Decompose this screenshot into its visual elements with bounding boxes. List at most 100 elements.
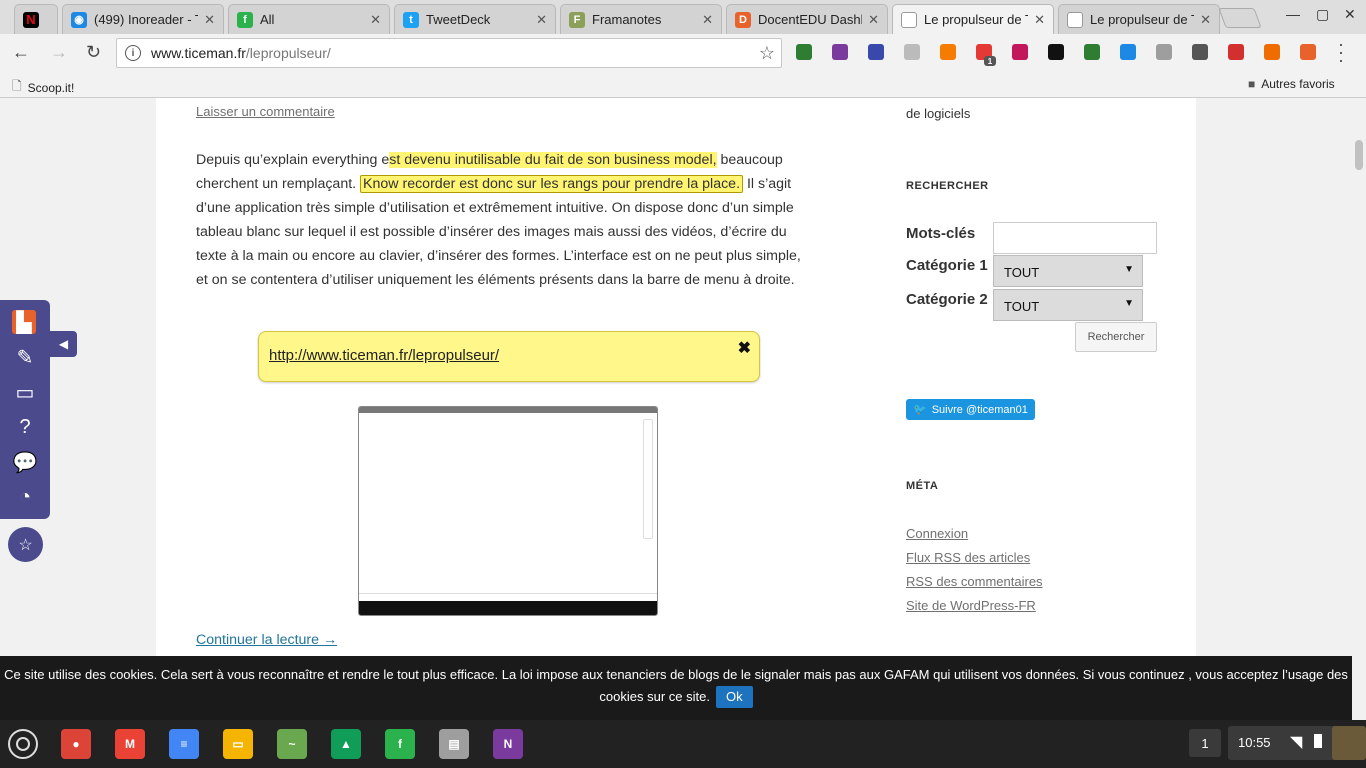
note-link[interactable]: http://www.ticeman.fr/lepropulseur/ [269, 347, 499, 364]
tab-framanotes[interactable]: F Framanotes ✕ [560, 4, 722, 34]
status-bar [359, 407, 657, 413]
drive-app-icon[interactable]: ▲ [331, 729, 361, 759]
tab-inoreader[interactable]: ◉ (499) Inoreader - To ✕ [62, 4, 224, 34]
tools-ext-icon[interactable] [1192, 44, 1208, 60]
bookmark-star-icon[interactable]: ☆ [759, 43, 775, 64]
webstore-app-icon[interactable]: ▤ [439, 729, 469, 759]
star-ext-icon[interactable] [1048, 44, 1064, 60]
tab-title: Framanotes [592, 12, 662, 27]
maximize-icon[interactable]: ▢ [1316, 6, 1329, 23]
launcher-icon[interactable] [8, 729, 38, 759]
help-icon[interactable]: ? [12, 415, 38, 439]
select-value: TOUT [1004, 265, 1040, 280]
meta-link-wordpress[interactable]: Site de WordPress-FR [906, 598, 1036, 613]
turtle-ext-icon[interactable] [1084, 44, 1100, 60]
comments-icon[interactable]: 💬 [12, 450, 38, 474]
tab-title: Le propulseur de Ti [1090, 12, 1195, 27]
category1-select[interactable]: TOUT ▼ [993, 255, 1143, 287]
notification-count[interactable]: 1 [1189, 729, 1221, 757]
pencil-icon[interactable]: ✎ [12, 345, 38, 369]
tab-netflix[interactable]: N [14, 4, 58, 34]
scrollbar-thumb[interactable] [1355, 140, 1363, 170]
cookie-text: Ce site utilise des cookies. Cela sert à… [4, 667, 1348, 704]
close-icon[interactable]: ✕ [536, 12, 547, 28]
page-icon [1067, 11, 1083, 28]
page-scrollbar[interactable] [1352, 98, 1366, 656]
close-icon[interactable]: ✕ [1034, 12, 1045, 28]
bookmark-scoopit[interactable]: 🗋 Scoop.it! [12, 77, 74, 98]
close-icon[interactable]: ✕ [868, 12, 879, 28]
inoreader-icon: ◉ [71, 11, 87, 28]
k-ext-icon[interactable] [868, 44, 884, 60]
meta-link-login[interactable]: Connexion [906, 526, 968, 541]
tweetdeck-icon: t [403, 11, 419, 28]
sticky-note: http://www.ticeman.fr/lepropulseur/ ✖ [258, 331, 760, 382]
close-icon[interactable]: ✕ [370, 12, 381, 28]
slides-app-icon[interactable]: ▭ [223, 729, 253, 759]
close-icon[interactable]: ✕ [702, 12, 713, 28]
feedly-app-icon[interactable]: f [385, 729, 415, 759]
back-icon[interactable]: ← [12, 42, 30, 63]
gafam-ext-icon[interactable] [904, 44, 920, 60]
grid-ext-icon[interactable] [1156, 44, 1172, 60]
onenote-app-icon[interactable]: N [493, 729, 523, 759]
leave-comment-link[interactable]: Laisser un commentaire [196, 104, 335, 119]
cast-ext-icon[interactable] [1120, 44, 1136, 60]
collapse-toolbar-button[interactable]: ◀ [50, 331, 77, 357]
tab-lepropulseur[interactable]: Le propulseur de Ti ✕ [1058, 4, 1220, 34]
sticky-note-icon[interactable]: ▭ [12, 380, 38, 404]
sheets-app-icon[interactable]: ~ [277, 729, 307, 759]
dashboard-icon[interactable]: ◔ [12, 485, 38, 509]
rss-ext-icon[interactable] [940, 44, 956, 60]
docentedu-toolbar: ▙ ✎ ▭ ? 💬 ◔ [0, 300, 50, 519]
info-icon[interactable]: i [125, 45, 141, 61]
bookmark-other-favorites[interactable]: ■ Autres favoris [1248, 77, 1335, 91]
address-bar[interactable]: i www.ticeman.fr/lepropulseur/ ☆ [116, 38, 782, 68]
playback-bar [359, 593, 657, 601]
category2-select[interactable]: TOUT ▼ [993, 289, 1143, 321]
onenote-ext-icon[interactable] [832, 44, 848, 60]
close-window-icon[interactable]: ✕ [1344, 6, 1356, 23]
new-tab-button[interactable] [1218, 8, 1262, 28]
close-icon[interactable]: ✖ [738, 338, 751, 358]
menu-icon[interactable]: · · · [1338, 35, 1344, 69]
close-icon[interactable]: ✕ [1200, 12, 1211, 28]
record-ext-icon[interactable] [1012, 44, 1028, 60]
twitter-follow-button[interactable]: 🐦 Suivre @ticeman01 [906, 399, 1035, 420]
meta-link-rss-articles[interactable]: Flux RSS des articles [906, 550, 1030, 565]
content-area: Laisser un commentaire Depuis qu’explain… [156, 98, 1196, 656]
text-run: Depuis qu’explain everything e [196, 152, 390, 168]
docentedu-ext-icon[interactable] [1300, 44, 1316, 60]
download-ext-icon[interactable] [796, 44, 812, 60]
tab-all[interactable]: f All ✕ [228, 4, 390, 34]
page-icon: 🗋 [12, 79, 22, 93]
gmail-app-icon[interactable]: M [115, 729, 145, 759]
chrome-app-icon[interactable]: ● [61, 729, 91, 759]
reload-icon[interactable]: ↻ [86, 42, 101, 63]
category1-label: Catégorie 1 [906, 257, 988, 274]
tab-title: DocentEDU Dashbo [758, 12, 862, 27]
headphones-ext-icon[interactable] [1264, 44, 1280, 60]
highlighted-text-selected[interactable]: Know recorder est donc sur les rangs pou… [360, 175, 744, 193]
app-screenshot-image [358, 406, 658, 616]
search-button[interactable]: Rechercher [1075, 322, 1157, 352]
tab-docentedu[interactable]: D DocentEDU Dashbo ✕ [726, 4, 888, 34]
tab-title: Le propulseur de T [924, 12, 1029, 27]
continue-reading-link[interactable]: Continuer la lecture → [196, 632, 337, 648]
docentedu-logo-icon[interactable]: ▙ [12, 310, 36, 334]
close-icon[interactable]: ✕ [204, 12, 215, 28]
meta-link-rss-comments[interactable]: RSS des commentaires [906, 574, 1043, 589]
sidebar-text: de logiciels [906, 106, 971, 121]
favorites-star-icon[interactable]: ☆ [8, 527, 43, 562]
cookie-ok-button[interactable]: Ok [715, 686, 753, 708]
highlighted-text[interactable]: st devenu inutilisable du fait de son bu… [389, 152, 717, 168]
minimize-icon[interactable]: — [1286, 6, 1300, 22]
tab-tweetdeck[interactable]: t TweetDeck ✕ [394, 4, 556, 34]
forward-icon[interactable]: → [50, 42, 68, 63]
docentedu-icon: D [735, 11, 751, 28]
tab-lepropulseur-active[interactable]: Le propulseur de T ✕ [892, 4, 1054, 34]
status-area[interactable]: 10:55 ◥ [1228, 726, 1366, 760]
book-ext-icon[interactable] [1228, 44, 1244, 60]
keywords-input[interactable] [993, 222, 1157, 254]
docs-app-icon[interactable]: ≡ [169, 729, 199, 759]
